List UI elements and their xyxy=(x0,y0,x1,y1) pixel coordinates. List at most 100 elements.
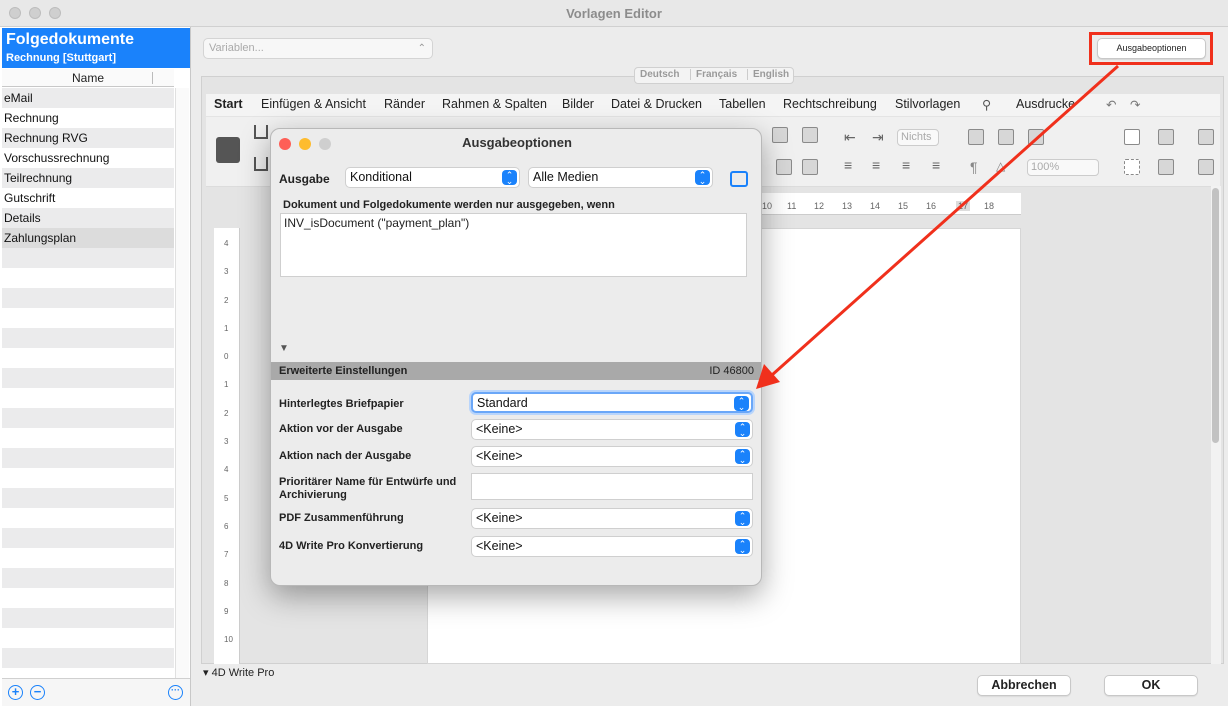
ruler-tick: 18 xyxy=(984,201,995,211)
empty-row xyxy=(2,388,174,408)
insert-icon[interactable] xyxy=(802,127,818,143)
scrollbar-thumb[interactable] xyxy=(1212,188,1219,443)
prioritaerer-name-input[interactable] xyxy=(471,473,753,500)
outdent-icon[interactable]: ⇤ xyxy=(844,129,856,146)
list-footer: + − ··· xyxy=(2,678,190,706)
write-pro-label: 4D Write Pro xyxy=(211,667,275,679)
copy-icon[interactable] xyxy=(802,159,818,175)
medien-select[interactable]: Alle Medien ⌃ ⌄ xyxy=(528,167,713,188)
language-segmented-control: Deutsch Français English xyxy=(634,67,794,84)
language-de[interactable]: Deutsch xyxy=(640,69,679,80)
import-icon[interactable] xyxy=(254,157,268,171)
shade-icon[interactable] xyxy=(998,129,1014,145)
aktion-vor-select[interactable]: <Keine> ⌃ ⌄ xyxy=(471,419,753,440)
horizontal-ruler: 10 11 12 13 14 15 16 17 18 xyxy=(760,193,1021,215)
pdf-zusammenfuehrung-select[interactable]: <Keine> ⌃ ⌄ xyxy=(471,508,753,529)
cell-align-icon[interactable] xyxy=(1198,159,1214,175)
justify-icon[interactable]: ≡ xyxy=(932,157,940,173)
paste-icon[interactable] xyxy=(776,159,792,175)
tab-bilder[interactable]: Bilder xyxy=(562,97,594,111)
advanced-settings-bar: Erweiterte Einstellungen ID 46800 xyxy=(271,362,761,380)
paragraph-icon[interactable]: ¶ xyxy=(970,159,978,175)
ruler-tick: 10 xyxy=(224,635,233,645)
frame-icon[interactable] xyxy=(772,127,788,143)
ruler-tick: 1 xyxy=(224,323,229,333)
list-item[interactable]: Teilrechnung xyxy=(2,168,174,188)
left-panel: Folgedokumente Rechnung [Stuttgart] Name… xyxy=(0,27,191,706)
empty-row xyxy=(2,408,174,428)
tab-datei[interactable]: Datei & Drucken xyxy=(611,97,702,111)
table-icon[interactable] xyxy=(1124,129,1140,145)
more-options-icon[interactable]: ··· xyxy=(168,685,183,700)
id-label: ID 46800 xyxy=(709,365,754,377)
dialog-title: Ausgabeoptionen xyxy=(462,135,572,150)
redo-icon[interactable]: ↷ xyxy=(1130,97,1140,112)
align-center-icon[interactable]: ≡ xyxy=(872,157,880,173)
list-item[interactable]: eMail xyxy=(2,88,174,108)
ruler-tick: 16 xyxy=(926,201,937,211)
empty-row xyxy=(2,328,174,348)
write-pro-value: <Keine> xyxy=(476,539,523,553)
undo-icon[interactable]: ↶ xyxy=(1106,97,1116,112)
empty-row xyxy=(2,448,174,468)
list-item[interactable]: Vorschussrechnung xyxy=(2,148,174,168)
condition-textarea[interactable]: INV_isDocument ("payment_plan") xyxy=(280,213,747,277)
shapes-icon[interactable]: △ xyxy=(996,159,1005,173)
briefpapier-value: Standard xyxy=(477,396,528,410)
aktion-nach-select[interactable]: <Keine> ⌃ ⌄ xyxy=(471,446,753,467)
tab-tabellen[interactable]: Tabellen xyxy=(719,97,766,111)
align-right-icon[interactable]: ≡ xyxy=(902,157,910,173)
ruler-tick: 4 xyxy=(224,239,229,248)
tab-stilvorlagen[interactable]: Stilvorlagen xyxy=(895,97,960,111)
print-icon[interactable] xyxy=(216,137,240,163)
column-header-name[interactable]: Name xyxy=(2,69,174,87)
border-icon[interactable] xyxy=(968,129,984,145)
empty-row xyxy=(2,628,174,648)
list-item[interactable]: Details xyxy=(2,208,174,228)
tab-ausdrucke[interactable]: Ausdrucke xyxy=(1016,97,1075,111)
write-pro-footer[interactable]: ▾ 4D Write Pro xyxy=(203,666,274,679)
column-icon[interactable] xyxy=(1028,129,1044,145)
list-item-selected[interactable]: Zahlungsplan xyxy=(2,228,174,248)
list-item[interactable]: Rechnung RVG xyxy=(2,128,174,148)
empty-row xyxy=(2,248,174,268)
chevron-updown-icon: ⌃ ⌄ xyxy=(502,170,517,186)
style-select[interactable]: Nichts xyxy=(897,129,939,146)
align-left-icon[interactable]: ≡ xyxy=(844,157,852,173)
language-en[interactable]: English xyxy=(747,69,789,80)
list-scrollbar[interactable] xyxy=(175,88,189,678)
tab-rahmen[interactable]: Rahmen & Spalten xyxy=(442,97,547,111)
empty-row xyxy=(2,288,174,308)
briefpapier-select[interactable]: Standard ⌃ ⌄ xyxy=(471,392,753,413)
ruler-tick: 7 xyxy=(224,550,229,560)
ausgabeoptionen-button[interactable]: Ausgabeoptionen xyxy=(1097,38,1206,59)
tab-raender[interactable]: Ränder xyxy=(384,97,425,111)
cancel-button[interactable]: Abbrechen xyxy=(977,675,1071,696)
ausgabe-label: Ausgabe xyxy=(279,172,330,186)
ok-button[interactable]: OK xyxy=(1104,675,1198,696)
print-settings-icon[interactable] xyxy=(730,171,748,187)
variables-select[interactable]: Variablen... ⌃ xyxy=(203,38,433,59)
disclosure-triangle-icon[interactable]: ▼ xyxy=(279,343,289,354)
write-pro-konvertierung-select[interactable]: <Keine> ⌃ ⌄ xyxy=(471,536,753,557)
cell-fill-icon[interactable] xyxy=(1158,129,1174,145)
cell-shade-icon[interactable] xyxy=(1158,159,1174,175)
indent-icon[interactable]: ⇥ xyxy=(872,129,884,146)
tab-einfuegen[interactable]: Einfügen & Ansicht xyxy=(261,97,366,111)
field-label: Hinterlegtes Briefpapier xyxy=(279,398,404,410)
list-item[interactable]: Rechnung xyxy=(2,108,174,128)
empty-row xyxy=(2,468,174,488)
remove-icon[interactable]: − xyxy=(30,685,45,700)
tab-start[interactable]: Start xyxy=(214,97,242,111)
empty-row xyxy=(2,608,174,628)
cell-border-icon[interactable] xyxy=(1124,159,1140,175)
language-fr[interactable]: Français xyxy=(690,69,737,80)
search-icon[interactable]: ⚲ xyxy=(982,97,991,112)
ausgabe-select[interactable]: Konditional ⌃ ⌄ xyxy=(345,167,520,188)
list-item[interactable]: Gutschrift xyxy=(2,188,174,208)
tab-rechtschreibung[interactable]: Rechtschreibung xyxy=(783,97,877,111)
zoom-select[interactable]: 100% xyxy=(1027,159,1099,176)
export-icon[interactable] xyxy=(254,125,268,139)
cell-style-icon[interactable] xyxy=(1198,129,1214,145)
add-icon[interactable]: + xyxy=(8,685,23,700)
